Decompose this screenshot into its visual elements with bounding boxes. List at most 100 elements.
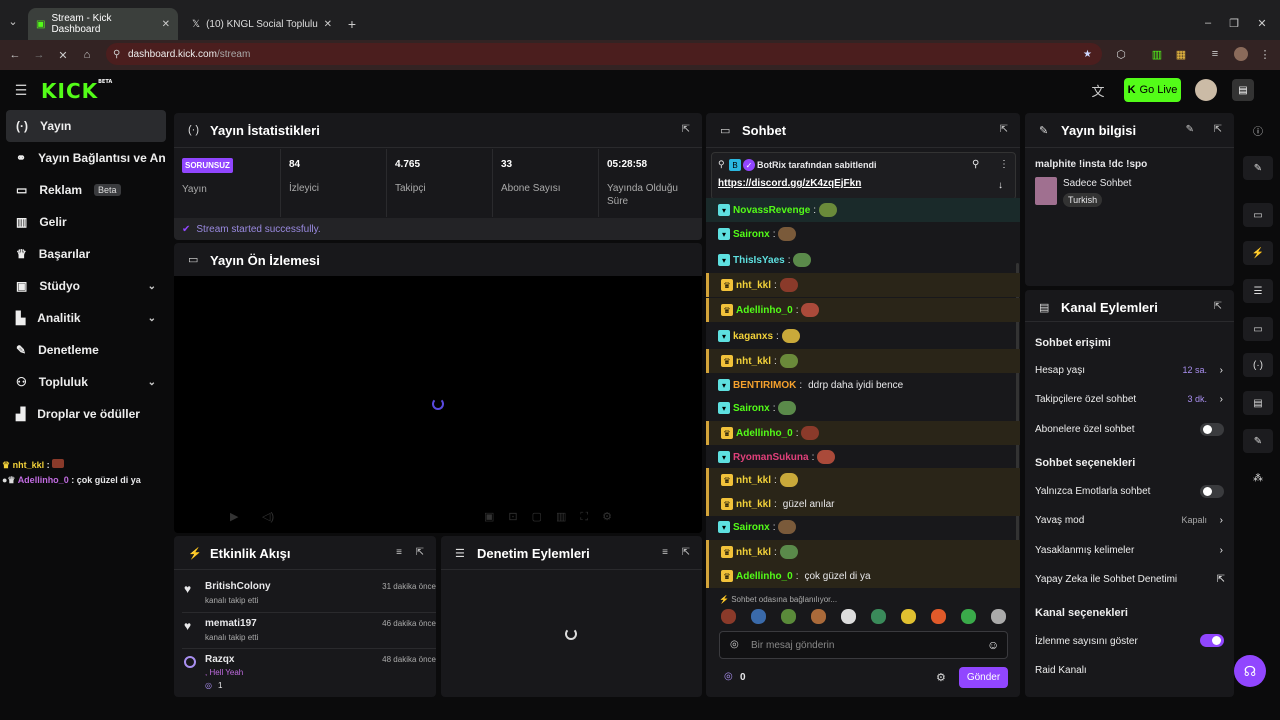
quick-emote-icon[interactable] [991, 609, 1006, 624]
send-button[interactable]: Gönder [959, 667, 1008, 688]
chat-username[interactable]: Saironx [733, 522, 770, 533]
emote-only-toggle[interactable] [1200, 485, 1224, 498]
chat-username[interactable]: Saironx [733, 229, 770, 240]
close-icon[interactable]: ✕ [162, 19, 170, 30]
pinned-link[interactable]: https://discord.gg/zK4zqEjFkn [718, 178, 861, 189]
window-close-icon[interactable]: ✕ [1256, 18, 1268, 30]
tab-list-icon[interactable]: ⌄ [6, 14, 20, 28]
wrench-icon[interactable]: ✎ [1243, 429, 1273, 453]
quick-emote-icon[interactable] [721, 609, 736, 624]
chat-username[interactable]: Adellinho_0 [736, 428, 793, 439]
popout-icon[interactable]: ⇱ [1214, 124, 1222, 135]
sidebar-item-denetleme[interactable]: ✎ Denetleme [6, 334, 166, 366]
chat-username[interactable]: Adellinho_0 [736, 305, 793, 316]
edit-icon[interactable]: ✎ [1243, 156, 1273, 180]
server-icon[interactable]: ▤ [1243, 391, 1273, 415]
points-icon[interactable]: ◎ [724, 671, 733, 682]
extension-icon[interactable]: ⬡ [1114, 47, 1128, 61]
hamburger-icon[interactable]: ☰ [14, 82, 28, 98]
sidebar-item-topluluk[interactable]: ⚇ Topluluk ⌄ [6, 366, 166, 398]
sidebar-item-reklam[interactable]: ▭ Reklam Beta [6, 174, 166, 206]
chat-username[interactable]: nht_kkl [736, 280, 771, 291]
filter-icon[interactable]: ≡ [396, 547, 402, 558]
quick-emote-icon[interactable] [841, 609, 856, 624]
sidebar-item-stream-key[interactable]: ⚭Yayın Bağlantısı ve Anahtar [6, 142, 166, 174]
show-viewcount-toggle[interactable] [1200, 634, 1224, 647]
profile-avatar[interactable] [1234, 47, 1248, 61]
extension-icon[interactable]: ▥ [1150, 47, 1164, 61]
tag-chip[interactable]: Turkish [1063, 193, 1103, 207]
chat-username[interactable]: NovassRevenge [733, 205, 810, 216]
unpin-icon[interactable]: ⚲ [972, 159, 979, 170]
sidebar-item-yayin[interactable]: (·) Yayın [6, 110, 166, 142]
chat-username[interactable]: nht_kkl [736, 547, 771, 558]
maximize-icon[interactable]: ❐ [1228, 18, 1240, 30]
user-avatar[interactable] [1195, 79, 1217, 101]
chat-username[interactable]: nht_kkl [736, 499, 771, 510]
setting-raid[interactable]: Raid Kanalı [1035, 665, 1225, 676]
more-icon[interactable]: ⋮ [999, 159, 1009, 170]
dashboard-switch-icon[interactable]: ▤ [1232, 79, 1254, 101]
reading-list-icon[interactable]: ≡ [1208, 47, 1222, 61]
support-chat-icon[interactable]: ☊ [1234, 655, 1266, 687]
chat-username[interactable]: BENTIRIMOK [733, 380, 796, 391]
minimize-icon[interactable]: – [1202, 17, 1214, 29]
chat-username[interactable]: ThisIsYaes [733, 255, 785, 266]
play-icon[interactable]: ▶ [230, 510, 238, 523]
setting-ai-moderation[interactable]: Yapay Zeka ile Sohbet Denetimi ⇱ [1035, 574, 1225, 585]
apps-icon[interactable]: ⁂ [1243, 466, 1273, 490]
chat-input[interactable]: ◎ Bir mesaj gönderin ☺ [719, 631, 1008, 659]
quick-emote-icon[interactable] [901, 609, 916, 624]
player-controls[interactable]: ▣⊡▢▥⛶⚙ [484, 510, 626, 524]
sidebar-item-studyo[interactable]: ▣ Stüdyo ⌄ [6, 270, 166, 302]
popout-icon[interactable]: ⇱ [682, 124, 690, 135]
setting-account-age[interactable]: Hesap yaşı 12 sa. › [1035, 365, 1225, 376]
tab-x-social[interactable]: 𝕏 (10) KNGL Social Topluluk / X ✕ [184, 8, 340, 40]
video-icon[interactable]: ▭ [1243, 203, 1273, 227]
sidebar-item-gelir[interactable]: ▥ Gelir [6, 206, 166, 238]
home-icon[interactable]: ⌂ [80, 48, 94, 62]
sidebar-item-analitik[interactable]: ▙ Analitik ⌄ [6, 302, 166, 334]
chat-username[interactable]: nht_kkl [736, 356, 771, 367]
back-icon[interactable]: ← [8, 48, 22, 62]
subscriber-only-toggle[interactable] [1200, 423, 1224, 436]
chat-username[interactable]: RyomanSukuna [733, 452, 809, 463]
chat-username[interactable]: Adellinho_0 [736, 571, 793, 582]
quick-emote-icon[interactable] [931, 609, 946, 624]
chat-settings-icon[interactable]: ⚙ [936, 671, 946, 684]
lightning-icon[interactable]: ⚡ [1243, 241, 1273, 265]
volume-icon[interactable]: ◁) [262, 510, 274, 523]
quick-emote-icon[interactable] [781, 609, 796, 624]
bookmark-star-icon[interactable]: ★ [1083, 49, 1092, 60]
address-bar[interactable]: ⚲ dashboard.kick.com/stream ★ [106, 43, 1102, 65]
chat-username[interactable]: kaganxs [733, 331, 773, 342]
filter-icon[interactable]: ≡ [662, 547, 668, 558]
menu-icon[interactable]: ⋮ [1258, 47, 1272, 61]
forward-icon[interactable]: → [32, 48, 46, 62]
info-icon[interactable]: ⓘ [1243, 118, 1273, 142]
chat-icon[interactable]: ▭ [1243, 317, 1273, 341]
kick-logo[interactable]: KICKBETA [41, 79, 112, 103]
arrow-down-icon[interactable]: ↓ [998, 180, 1003, 191]
extension-icon[interactable]: ▦ [1174, 47, 1188, 61]
site-info-icon[interactable]: ⚲ [113, 49, 120, 60]
sidebar-item-basarilar[interactable]: ♛ Başarılar [6, 238, 166, 270]
setting-banned-words[interactable]: Yasaklanmış kelimeler › [1035, 545, 1225, 556]
translate-icon[interactable]: 文 [1090, 83, 1106, 99]
go-live-button[interactable]: K Go Live [1124, 78, 1181, 102]
chat-username[interactable]: Saironx [733, 403, 770, 414]
sidebar-item-droplar[interactable]: ▟ Droplar ve ödüller [6, 398, 166, 430]
list-icon[interactable]: ☰ [1243, 279, 1273, 303]
quick-emote-icon[interactable] [751, 609, 766, 624]
popout-icon[interactable]: ⇱ [1000, 124, 1008, 135]
quick-emote-icon[interactable] [871, 609, 886, 624]
setting-follower-only[interactable]: Takipçilere özel sohbet 3 dk. › [1035, 394, 1225, 405]
popout-icon[interactable]: ⇱ [1214, 301, 1222, 312]
new-tab-icon[interactable]: + [344, 16, 360, 32]
tab-kick-dashboard[interactable]: ▣ Stream - Kick Dashboard ✕ [28, 8, 178, 40]
edit-icon[interactable]: ✎ [1186, 124, 1194, 135]
broadcast-icon[interactable]: (·) [1243, 353, 1273, 377]
emoji-icon[interactable]: ☺ [987, 638, 999, 652]
stop-loading-icon[interactable]: ✕ [56, 48, 70, 62]
quick-emote-icon[interactable] [811, 609, 826, 624]
